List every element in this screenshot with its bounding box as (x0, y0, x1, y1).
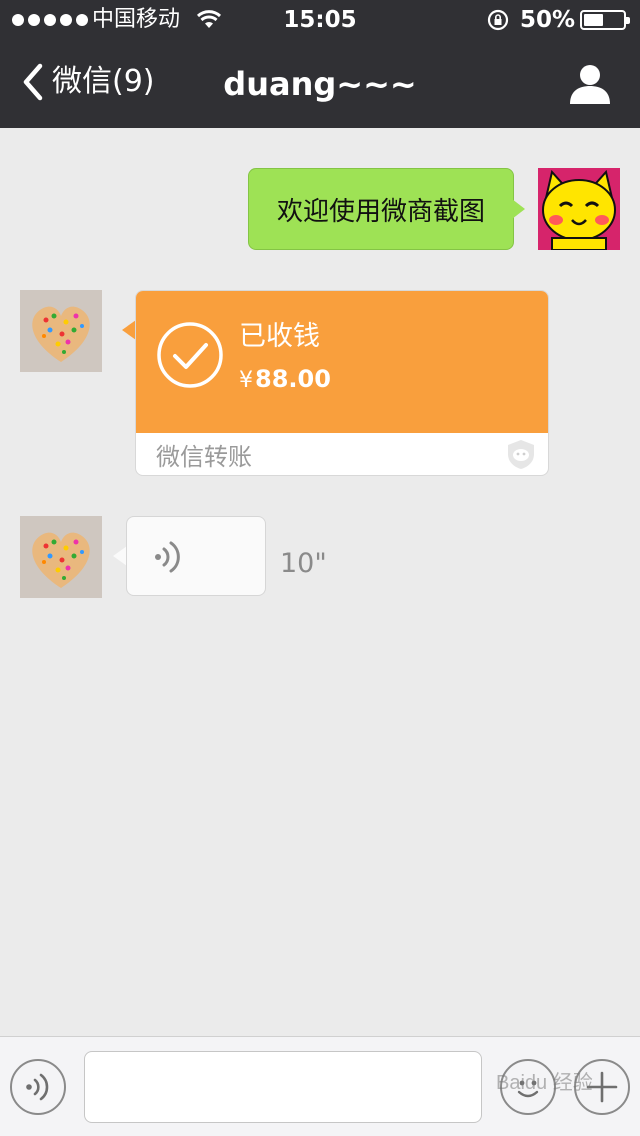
shield-icon (508, 440, 534, 469)
voice-toggle-button[interactable] (10, 1059, 66, 1115)
top-bar: 中国移动 15:05 50% 微信(9) duang~~~ (0, 0, 640, 128)
outgoing-message-bubble[interactable]: 欢迎使用微商截图 (248, 168, 514, 250)
my-avatar[interactable] (538, 168, 620, 250)
transfer-bubble-tail (122, 320, 136, 340)
battery-icon (580, 10, 630, 30)
currency-symbol: ¥ (239, 368, 253, 393)
transfer-footer-label: 微信转账 (156, 443, 252, 471)
rotation-lock-icon (487, 9, 509, 31)
voice-message-bubble[interactable] (126, 516, 266, 596)
watermark: Baidu 经验 (496, 1072, 593, 1094)
message-input[interactable] (84, 1051, 482, 1123)
battery-percent: 50% (520, 7, 576, 33)
outgoing-message-text: 欢迎使用微商截图 (276, 196, 485, 227)
contact-avatar-2[interactable] (20, 516, 102, 598)
transfer-status: 已收钱 (239, 321, 320, 352)
transfer-amount: ¥88.00 (239, 363, 331, 397)
outgoing-bubble-tail (512, 199, 525, 219)
chat-title: duang~~~ (223, 65, 417, 103)
back-chevron-icon (23, 63, 43, 101)
transfer-card[interactable]: 已收钱 ¥88.00 微信转账 (135, 290, 549, 476)
voice-duration: 10" (280, 548, 327, 579)
back-label: 微信(9) (52, 64, 155, 99)
voice-bubble-tail (113, 546, 127, 566)
voice-toggle-icon (26, 1073, 49, 1101)
voice-wave-icon (155, 541, 180, 573)
amount-value: 88.00 (255, 365, 331, 393)
status-bar: 中国移动 15:05 50% (0, 0, 640, 40)
battery-level (584, 14, 603, 26)
transfer-header: 已收钱 ¥88.00 (136, 291, 548, 433)
contact-avatar[interactable] (20, 290, 102, 372)
profile-icon[interactable] (568, 62, 612, 106)
check-circle-icon (157, 322, 223, 388)
back-button[interactable]: 微信(9) (18, 62, 155, 102)
